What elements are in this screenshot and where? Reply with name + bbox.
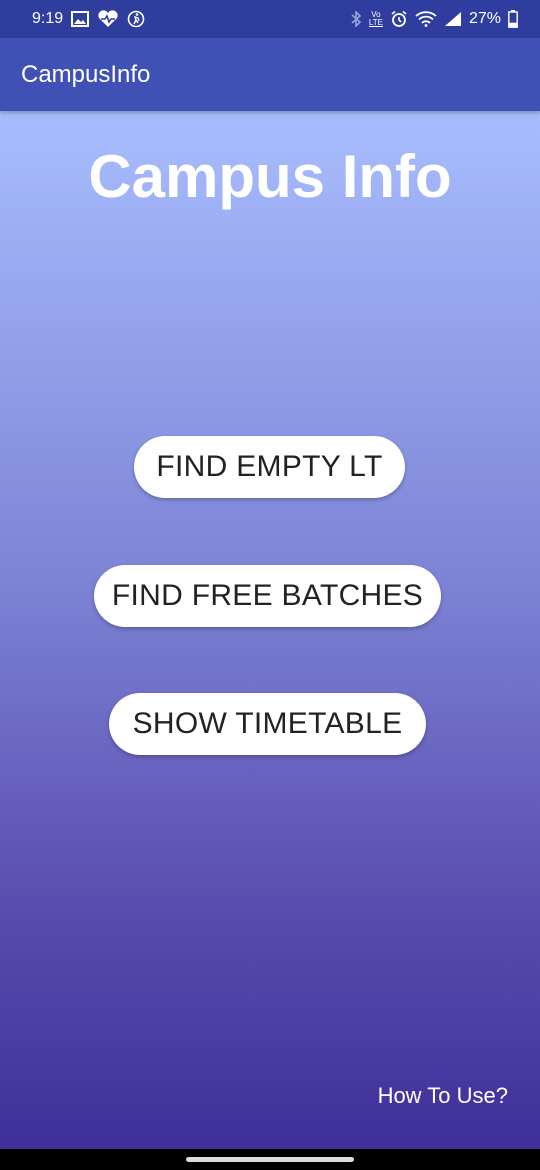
show-timetable-button[interactable]: SHOW TIMETABLE: [109, 693, 426, 755]
status-bar: 9:19 Vo LTE 27%: [0, 0, 540, 38]
bluetooth-icon: [350, 11, 362, 27]
signal-icon: [444, 11, 462, 27]
alarm-icon: [390, 10, 408, 28]
activity-icon: [127, 10, 145, 28]
page-heading: Campus Info: [88, 143, 452, 210]
navigation-bar: [0, 1149, 540, 1170]
main-content: Campus Info FIND EMPTY LT FIND FREE BATC…: [0, 111, 540, 1149]
status-left: 9:19: [32, 10, 145, 28]
home-gesture-handle[interactable]: [186, 1157, 354, 1162]
how-to-use-link[interactable]: How To Use?: [378, 1083, 508, 1109]
heart-rate-icon: [97, 10, 119, 28]
find-empty-lt-button[interactable]: FIND EMPTY LT: [134, 436, 405, 498]
status-right: Vo LTE 27%: [350, 10, 518, 28]
gallery-icon: [71, 11, 90, 27]
battery-icon: [508, 10, 518, 28]
volte-label-bottom: LTE: [368, 18, 383, 27]
app-bar: CampusInfo: [0, 38, 540, 111]
battery-percent: 27%: [468, 10, 501, 27]
app-title: CampusInfo: [21, 60, 151, 88]
find-free-batches-button[interactable]: FIND FREE BATCHES: [94, 565, 441, 627]
status-time: 9:19: [32, 10, 64, 27]
wifi-icon: [415, 11, 437, 27]
volte-icon: Vo LTE: [369, 11, 383, 27]
